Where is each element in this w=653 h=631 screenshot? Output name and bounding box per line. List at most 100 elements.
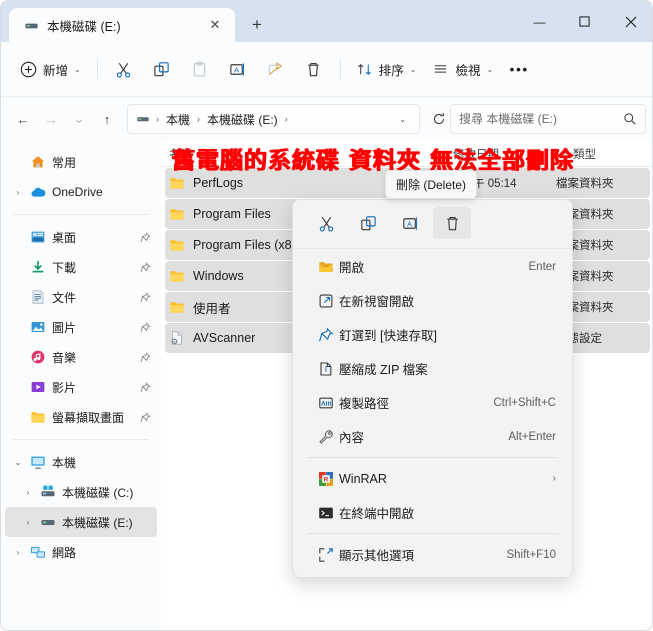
chevron-down-icon: ⌄: [486, 64, 494, 74]
pin-icon[interactable]: [138, 379, 154, 395]
chevron-right-icon[interactable]: ›: [553, 473, 556, 484]
sidebar-item[interactable]: 影片: [5, 372, 157, 402]
sidebar-item[interactable]: 常用: [5, 147, 157, 177]
pin-icon[interactable]: [138, 319, 154, 335]
more-options-button[interactable]: •••: [501, 52, 537, 86]
context-menu-item-accelerator: Shift+F10: [506, 548, 556, 561]
new-tab-button[interactable]: +: [239, 8, 275, 42]
sidebar-item[interactable]: 螢幕擷取畫面: [5, 402, 157, 432]
maximize-button[interactable]: [562, 1, 607, 42]
pictures-icon: [27, 319, 49, 335]
plus-circle-icon: [20, 61, 37, 78]
context-menu-item[interactable]: 在終端中開啟: [297, 496, 568, 529]
context-menu[interactable]: A 開啟 Enter 在新視窗開啟釘選到 [快速存取] 壓縮成 ZIP 檔案複製路徑 C…: [292, 199, 573, 578]
breadcrumb-item-thispc[interactable]: 本機: [163, 111, 193, 128]
rename-button[interactable]: A: [219, 52, 257, 86]
command-bar: 新增 ⌄ A 排序 ⌄ 檢視 ⌄ •••: [1, 42, 652, 97]
sidebar-item-label: 螢幕擷取畫面: [52, 410, 125, 425]
view-icon: [432, 61, 449, 78]
file-name-text: Program Files (x86): [193, 238, 303, 252]
onedrive-icon: [27, 184, 49, 200]
context-menu-item[interactable]: 顯示其他選項 Shift+F10: [297, 538, 568, 571]
navigation-pane[interactable]: 常用 › OneDrive 桌面下載文件圖片 音樂 影片螢幕擷取畫面 ⌄ 本機 › 本機磁碟 (C…: [1, 141, 161, 630]
delete-tooltip: 刪除 (Delete): [385, 170, 478, 199]
sidebar-item[interactable]: 音樂: [5, 342, 157, 372]
view-button[interactable]: 檢視 ⌄: [424, 52, 501, 86]
pin-icon[interactable]: [138, 289, 154, 305]
search-input[interactable]: [459, 112, 623, 126]
chevron-down-icon: ⌄: [409, 64, 417, 74]
sidebar-item[interactable]: 下載: [5, 252, 157, 282]
drive-icon: [37, 514, 59, 530]
up-button[interactable]: ↑: [93, 105, 121, 133]
cut-button[interactable]: [105, 52, 143, 86]
desktop-icon: [27, 229, 49, 245]
search-box[interactable]: [450, 104, 646, 134]
context-menu-item[interactable]: 釘選到 [快速存取]: [297, 318, 568, 351]
context-menu-item[interactable]: 壓縮成 ZIP 檔案: [297, 352, 568, 385]
back-button[interactable]: ←: [9, 105, 37, 133]
wrench-icon: [313, 429, 339, 445]
pin-icon[interactable]: [138, 409, 154, 425]
folder-icon: [27, 409, 49, 425]
context-menu-item-label: 在終端中開啟: [339, 507, 415, 521]
chevron-right-icon[interactable]: ›: [19, 518, 37, 527]
svg-text:R: R: [324, 476, 329, 483]
minimize-button[interactable]: —: [517, 1, 562, 42]
breadcrumb[interactable]: › 本機 › 本機磁碟 (E:) › ⌄: [127, 104, 420, 134]
tab-local-disk-e[interactable]: 本機磁碟 (E:) ✕: [9, 8, 235, 42]
chevron-right-icon[interactable]: ›: [19, 488, 37, 497]
sidebar-item-label: 桌面: [52, 230, 77, 245]
sidebar-item[interactable]: 圖片: [5, 312, 157, 342]
sidebar-item[interactable]: 文件: [5, 282, 157, 312]
context-menu-item[interactable]: 在新視窗開啟: [297, 284, 568, 317]
sidebar-item-label: 文件: [52, 290, 77, 305]
red-annotation-text: 舊電腦的系統碟 資料夾 無法全部刪除: [172, 148, 575, 174]
breadcrumb-item-drive-e[interactable]: 本機磁碟 (E:): [204, 111, 281, 128]
tab-title: 本機磁碟 (E:): [47, 19, 121, 34]
share-button[interactable]: [257, 52, 295, 86]
context-menu-item[interactable]: 開啟 Enter: [297, 250, 568, 283]
refresh-button[interactable]: [428, 112, 450, 126]
sidebar-item-label: 本機磁碟 (E:): [62, 515, 133, 530]
sidebar-item[interactable]: › 網路: [5, 537, 157, 567]
window-controls: —: [517, 1, 652, 42]
videos-icon: [27, 379, 49, 395]
file-name-text: PerfLogs: [193, 176, 244, 190]
folder-open-icon: [313, 259, 339, 275]
context-cut-button[interactable]: [307, 207, 345, 239]
context-menu-item[interactable]: R WinRAR ›: [297, 462, 568, 495]
paste-button[interactable]: [181, 52, 219, 86]
context-copy-button[interactable]: [349, 207, 387, 239]
context-rename-button[interactable]: A: [391, 207, 429, 239]
chevron-right-icon[interactable]: ›: [9, 188, 27, 197]
pin-icon[interactable]: [138, 229, 154, 245]
context-delete-button[interactable]: [433, 207, 471, 239]
sidebar-item[interactable]: › 本機磁碟 (C:): [5, 477, 157, 507]
sort-button[interactable]: 排序 ⌄: [348, 52, 425, 86]
copy-button[interactable]: [143, 52, 181, 86]
recent-locations-button[interactable]: ⌄: [65, 105, 93, 133]
new-button[interactable]: 新增 ⌄: [11, 52, 90, 86]
sidebar-item[interactable]: › 本機磁碟 (E:): [5, 507, 157, 537]
breadcrumb-separator: ›: [156, 114, 159, 124]
pin-icon[interactable]: [138, 349, 154, 365]
chevron-right-icon[interactable]: ›: [9, 548, 27, 557]
chevron-down-icon[interactable]: ⌄: [392, 115, 413, 124]
context-menu-item-accelerator: Ctrl+Shift+C: [493, 396, 556, 409]
forward-button[interactable]: →: [37, 105, 65, 133]
context-menu-item-label: 複製路徑: [339, 397, 390, 411]
breadcrumb-separator: ›: [197, 114, 201, 124]
delete-button[interactable]: [295, 52, 333, 86]
context-menu-item[interactable]: 複製路徑 Ctrl+Shift+C: [297, 386, 568, 419]
context-menu-item-label: 釘選到 [快速存取]: [339, 329, 437, 343]
column-header-type[interactable]: 類型: [564, 145, 652, 162]
close-tab-icon[interactable]: ✕: [203, 13, 227, 37]
context-menu-item[interactable]: 內容 Alt+Enter: [297, 420, 568, 453]
sidebar-item[interactable]: › OneDrive: [5, 177, 157, 207]
close-window-button[interactable]: [607, 1, 652, 42]
chevron-down-icon[interactable]: ⌄: [9, 458, 27, 467]
sidebar-item[interactable]: ⌄ 本機: [5, 447, 157, 477]
sidebar-item[interactable]: 桌面: [5, 222, 157, 252]
pin-icon[interactable]: [138, 259, 154, 275]
